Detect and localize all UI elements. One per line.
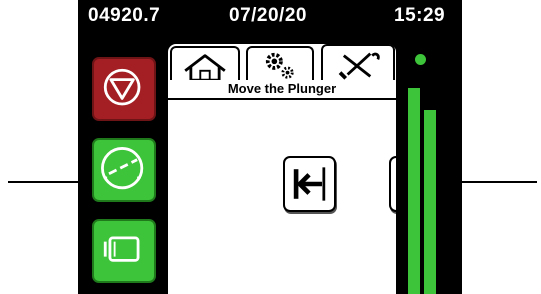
stop-icon xyxy=(103,68,141,106)
motor-icon xyxy=(103,236,140,262)
jog-left-button[interactable] xyxy=(283,156,336,212)
level-bar xyxy=(408,88,420,294)
status-bar: 04920.7 07/20/20 15:29 xyxy=(78,0,462,34)
main-panel: Move the Plunger xyxy=(168,44,442,294)
device-screen: 04920.7 07/20/20 15:29 Move the Plunger xyxy=(78,0,462,294)
page-title: Move the Plunger xyxy=(168,80,396,100)
gauge-icon xyxy=(101,147,144,190)
level-meter xyxy=(396,44,456,294)
time-readout: 15:29 xyxy=(394,5,446,26)
level-bar xyxy=(424,110,436,294)
stop-button[interactable] xyxy=(92,57,156,121)
jog-left-icon xyxy=(293,167,326,201)
motor-button[interactable] xyxy=(92,219,156,283)
counter-readout: 04920.7 xyxy=(88,5,161,26)
indicator-light xyxy=(415,54,426,65)
content-area xyxy=(168,101,396,294)
date-readout: 07/20/20 xyxy=(229,5,307,26)
gauge-button[interactable] xyxy=(92,138,156,202)
